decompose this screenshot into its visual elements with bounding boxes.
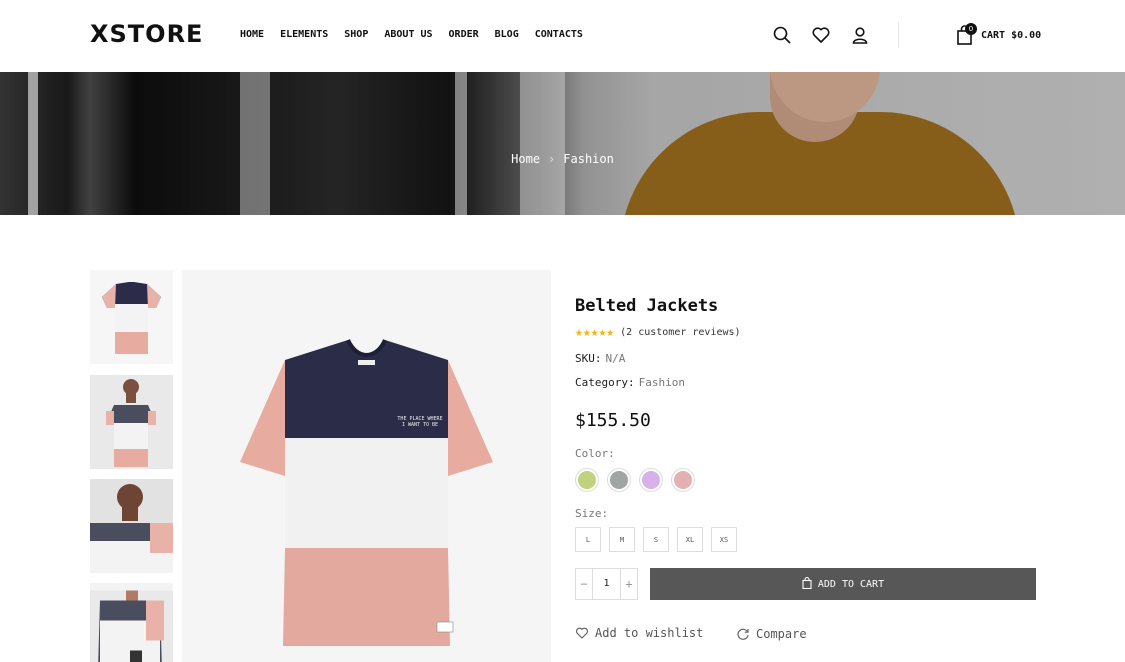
nav-about-us[interactable]: ABOUT US xyxy=(384,29,432,40)
quantity-stepper: − 1 + xyxy=(575,568,638,600)
heart-icon xyxy=(576,627,588,639)
thumbnail-2[interactable] xyxy=(90,375,173,469)
color-swatch-lilac[interactable] xyxy=(639,468,663,492)
add-to-cart-label: ADD TO CART xyxy=(817,578,885,590)
shopping-bag-icon: 0 xyxy=(956,23,977,46)
size-label: Size: xyxy=(575,507,609,520)
user-icon[interactable] xyxy=(850,25,870,45)
refresh-icon xyxy=(737,628,749,640)
color-swatch-green[interactable] xyxy=(575,468,599,492)
product-rating: ★★★★★ (2 customer reviews) xyxy=(575,325,741,340)
add-to-wishlist-link[interactable]: Add to wishlist xyxy=(575,626,703,640)
size-option-s[interactable]: S xyxy=(643,527,669,552)
size-option-l[interactable]: L xyxy=(575,527,601,552)
quantity-input[interactable]: 1 xyxy=(592,569,621,599)
product-main-image[interactable]: THE PLACE WHERE I WANT TO BE xyxy=(182,270,551,662)
nav-order[interactable]: ORDER xyxy=(449,29,479,40)
header-divider xyxy=(898,22,899,48)
breadcrumb-home[interactable]: Home xyxy=(511,152,540,166)
breadcrumb-separator-icon: › xyxy=(548,152,556,166)
quantity-increase-button[interactable]: + xyxy=(621,569,637,599)
size-option-m[interactable]: M xyxy=(609,527,635,552)
heart-icon[interactable] xyxy=(811,25,831,45)
star-icon: ★★★★★ xyxy=(575,325,615,340)
swatch-fill xyxy=(610,471,628,489)
add-to-cart-button[interactable]: ADD TO CART xyxy=(650,568,1036,600)
color-swatches xyxy=(575,468,695,492)
nav-contacts[interactable]: CONTACTS xyxy=(535,29,583,40)
nav-shop[interactable]: SHOP xyxy=(344,29,368,40)
thumbnail-3[interactable] xyxy=(90,479,173,573)
compare-label: Compare xyxy=(756,627,807,641)
color-swatch-pink[interactable] xyxy=(671,468,695,492)
thumbnail-1[interactable] xyxy=(90,270,173,364)
category-row: Category: Fashion xyxy=(575,376,685,389)
nav-blog[interactable]: BLOG xyxy=(495,29,519,40)
size-options: L M S XL XS xyxy=(575,527,737,552)
breadcrumb: Home › Fashion xyxy=(0,152,1125,166)
nav-home[interactable]: HOME xyxy=(240,29,264,40)
product-price: $155.50 xyxy=(575,410,651,431)
main-nav: HOME ELEMENTS SHOP ABOUT US ORDER BLOG C… xyxy=(240,29,599,40)
sku-value: N/A xyxy=(605,352,626,365)
cart-button[interactable]: 0 CART $0.00 xyxy=(956,23,1042,46)
breadcrumb-current: Fashion xyxy=(563,152,614,166)
product-title: Belted Jackets xyxy=(575,296,719,316)
reviews-link[interactable]: (2 customer reviews) xyxy=(620,327,740,338)
logo[interactable]: XSTORE xyxy=(90,20,203,48)
cart-total: CART $0.00 xyxy=(981,29,1042,41)
banner-overlay xyxy=(0,72,1125,215)
compare-link[interactable]: Compare xyxy=(736,627,807,641)
nav-elements[interactable]: ELEMENTS xyxy=(280,29,328,40)
sku-label: SKU: xyxy=(575,352,602,365)
color-label: Color: xyxy=(575,447,615,460)
cart-count-badge: 0 xyxy=(965,23,977,35)
swatch-fill xyxy=(642,471,660,489)
size-option-xs[interactable]: XS xyxy=(711,527,737,552)
category-link[interactable]: Fashion xyxy=(639,376,685,389)
quantity-decrease-button[interactable]: − xyxy=(576,569,592,599)
category-label: Category: xyxy=(575,376,635,389)
size-option-xl[interactable]: XL xyxy=(677,527,703,552)
shopping-bag-icon xyxy=(802,576,812,592)
swatch-fill xyxy=(674,471,692,489)
svg-text:I WANT TO BE: I WANT TO BE xyxy=(402,422,438,428)
sku-row: SKU: N/A xyxy=(575,352,625,365)
color-swatch-gray[interactable] xyxy=(607,468,631,492)
site-header: XSTORE HOME ELEMENTS SHOP ABOUT US ORDER… xyxy=(0,0,1125,72)
hero-banner: Home › Fashion xyxy=(0,72,1125,215)
swatch-fill xyxy=(578,471,596,489)
thumbnail-4[interactable] xyxy=(90,583,173,662)
wishlist-label: Add to wishlist xyxy=(595,626,704,640)
search-icon[interactable] xyxy=(772,25,792,45)
